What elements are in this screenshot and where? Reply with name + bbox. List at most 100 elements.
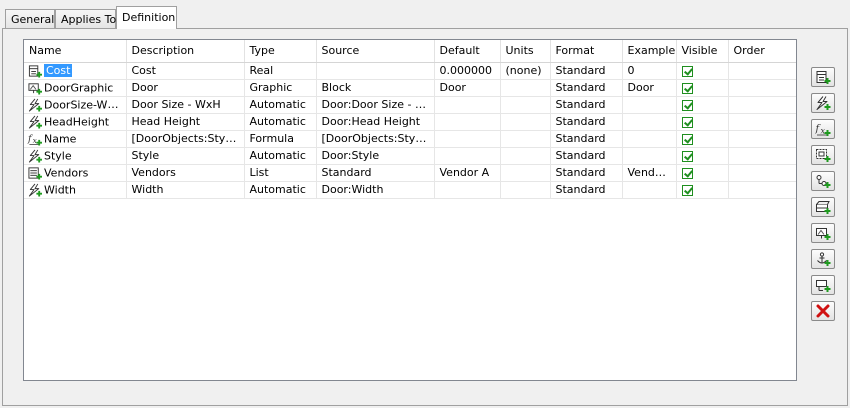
remove-property-button[interactable]: [811, 301, 835, 321]
cell-order[interactable]: [728, 181, 796, 199]
visible-checkbox[interactable]: [681, 99, 693, 111]
cell-name[interactable]: Style: [24, 147, 127, 165]
cell-source[interactable]: Standard: [316, 164, 435, 182]
table-row[interactable]: HeadHeight Head Height Automatic Door:Head …: [24, 113, 796, 131]
cell-format[interactable]: Standard: [550, 164, 623, 182]
cell-units[interactable]: [500, 147, 551, 165]
cell-type[interactable]: Formula: [244, 130, 317, 148]
add-formula-property-button[interactable]: fx: [811, 119, 835, 139]
cell-order[interactable]: [728, 62, 796, 80]
cell-example[interactable]: [622, 181, 677, 199]
cell-description[interactable]: Door: [126, 79, 245, 97]
cell-type[interactable]: List: [244, 164, 317, 182]
cell-visible[interactable]: [676, 113, 729, 131]
table-row[interactable]: Vendors Vendors List Standard Vendor A Standa…: [24, 164, 796, 182]
cell-example[interactable]: 0: [622, 62, 677, 80]
cell-units[interactable]: [500, 181, 551, 199]
cell-default[interactable]: [434, 130, 501, 148]
cell-name[interactable]: DoorSize-WxH: [24, 96, 127, 114]
cell-source[interactable]: Door:Width: [316, 181, 435, 199]
cell-name[interactable]: Width: [24, 181, 127, 199]
visible-checkbox[interactable]: [681, 150, 693, 162]
cell-default[interactable]: [434, 181, 501, 199]
cell-order[interactable]: [728, 164, 796, 182]
add-location-property-button[interactable]: [811, 145, 835, 165]
column-header-type[interactable]: Type: [244, 40, 317, 63]
cell-order[interactable]: [728, 113, 796, 131]
cell-example[interactable]: [622, 130, 677, 148]
cell-name[interactable]: HeadHeight: [24, 113, 127, 131]
visible-checkbox[interactable]: [681, 167, 693, 179]
cell-type[interactable]: Automatic: [244, 181, 317, 199]
cell-units[interactable]: (none): [500, 62, 551, 80]
cell-type[interactable]: Automatic: [244, 147, 317, 165]
visible-checkbox[interactable]: [681, 82, 693, 94]
cell-source[interactable]: [DoorObjects:Style]: [316, 130, 435, 148]
cell-default[interactable]: 0.000000: [434, 62, 501, 80]
table-row[interactable]: DoorSize-WxH Door Size - WxH Automatic Door…: [24, 96, 796, 114]
column-header-example[interactable]: Example: [622, 40, 677, 63]
cell-type[interactable]: Automatic: [244, 96, 317, 114]
cell-format[interactable]: Standard: [550, 113, 623, 131]
cell-visible[interactable]: [676, 96, 729, 114]
column-header-visible[interactable]: Visible: [676, 40, 729, 63]
cell-visible[interactable]: [676, 164, 729, 182]
table-row[interactable]: Cost Cost Real 0.000000 (none) Standard 0: [24, 62, 796, 80]
add-anchor-property-button[interactable]: [811, 249, 835, 269]
add-manual-property-button[interactable]: [811, 67, 835, 87]
column-header-units[interactable]: Units: [500, 40, 551, 63]
cell-source[interactable]: Door:Style: [316, 147, 435, 165]
cell-units[interactable]: [500, 113, 551, 131]
visible-checkbox[interactable]: [681, 184, 693, 196]
cell-source[interactable]: Door:Door Size - WxH: [316, 96, 435, 114]
add-property-set-property-button[interactable]: [811, 275, 835, 295]
cell-visible[interactable]: [676, 130, 729, 148]
cell-description[interactable]: Width: [126, 181, 245, 199]
cell-default[interactable]: [434, 113, 501, 131]
add-material-property-button[interactable]: [811, 197, 835, 217]
cell-order[interactable]: [728, 96, 796, 114]
column-header-format[interactable]: Format: [550, 40, 623, 63]
cell-name[interactable]: Vendors: [24, 164, 127, 182]
cell-order[interactable]: [728, 79, 796, 97]
cell-description[interactable]: Head Height: [126, 113, 245, 131]
cell-example[interactable]: [622, 147, 677, 165]
tab-definition[interactable]: Definition: [116, 6, 177, 29]
cell-visible[interactable]: [676, 181, 729, 199]
cell-format[interactable]: Standard: [550, 79, 623, 97]
visible-checkbox[interactable]: [681, 65, 693, 77]
column-header-order[interactable]: Order: [728, 40, 796, 63]
cell-default[interactable]: Vendor A: [434, 164, 501, 182]
add-classification-property-button[interactable]: [811, 171, 835, 191]
cell-name[interactable]: DoorGraphic: [24, 79, 127, 97]
add-graphic-property-button[interactable]: [811, 223, 835, 243]
cell-name[interactable]: Cost: [24, 62, 127, 80]
cell-default[interactable]: Door: [434, 79, 501, 97]
cell-description[interactable]: Vendors: [126, 164, 245, 182]
cell-example[interactable]: Vend…: [622, 164, 677, 182]
table-row[interactable]: Style Style Automatic Door:Style Standard: [24, 147, 796, 165]
cell-format[interactable]: Standard: [550, 130, 623, 148]
cell-source[interactable]: Block: [316, 79, 435, 97]
cell-order[interactable]: [728, 130, 796, 148]
property-definition-grid[interactable]: Name Description Type Source Default Uni…: [23, 39, 797, 381]
cell-type[interactable]: Automatic: [244, 113, 317, 131]
cell-example[interactable]: Door: [622, 79, 677, 97]
column-header-name[interactable]: Name: [24, 40, 127, 63]
cell-units[interactable]: [500, 130, 551, 148]
cell-units[interactable]: [500, 79, 551, 97]
cell-units[interactable]: [500, 96, 551, 114]
cell-source[interactable]: Door:Head Height: [316, 113, 435, 131]
cell-visible[interactable]: [676, 79, 729, 97]
cell-format[interactable]: Standard: [550, 147, 623, 165]
visible-checkbox[interactable]: [681, 133, 693, 145]
cell-format[interactable]: Standard: [550, 62, 623, 80]
cell-source[interactable]: [316, 62, 435, 80]
cell-type[interactable]: Real: [244, 62, 317, 80]
column-header-default[interactable]: Default: [434, 40, 501, 63]
add-automatic-property-button[interactable]: [811, 93, 835, 113]
cell-description[interactable]: Cost: [126, 62, 245, 80]
visible-checkbox[interactable]: [681, 116, 693, 128]
cell-type[interactable]: Graphic: [244, 79, 317, 97]
cell-description[interactable]: [DoorObjects:Style]: [126, 130, 245, 148]
